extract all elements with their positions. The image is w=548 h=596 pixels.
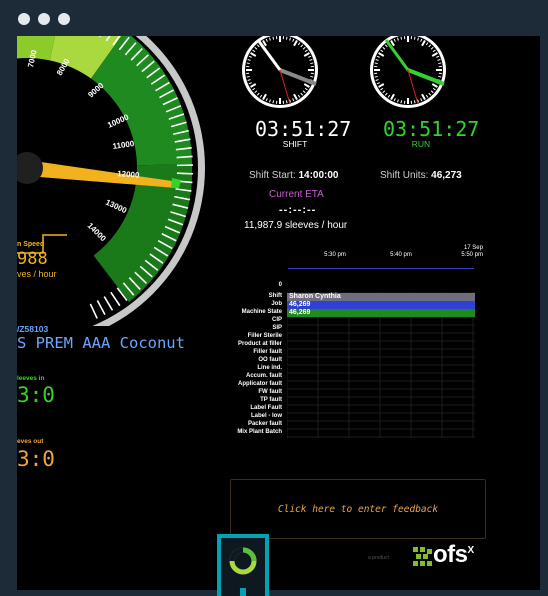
gantt-row-label: FW fault (258, 389, 282, 395)
gantt-time-label: 5:40 pm (390, 252, 412, 258)
bottom-bar (17, 590, 540, 596)
speed-value: 988 (17, 249, 48, 269)
powered-by-text: a product (368, 555, 389, 561)
clock-tick (246, 75, 250, 78)
gantt-zero-label: 0 (278, 282, 282, 288)
app-launcher-callout[interactable] (217, 534, 269, 596)
clock-tick (413, 36, 416, 40)
shift-units-label: Shift Units: (380, 170, 429, 181)
sleeves-in-label: leeves in (17, 375, 45, 382)
gantt-row-label: Filler Sterile (247, 333, 282, 339)
shift-start-label: Shift Start: (249, 170, 296, 181)
shift-label: SHIFT (282, 139, 308, 149)
gantt-row-label: Machine State (241, 309, 282, 315)
run-clock (370, 36, 446, 108)
gantt-row-label: Accum. fault (245, 373, 282, 379)
sleeves-in-value: 3:0 (17, 383, 55, 407)
clock-tick (400, 36, 403, 40)
clock-tick (400, 100, 403, 104)
sleeves-out-label: eves out (17, 438, 44, 445)
gantt-row-label: Label - low (250, 413, 282, 419)
clock-tick (374, 62, 378, 65)
gantt-axis (288, 268, 474, 269)
callout-pointer (240, 588, 246, 596)
speed-unit: ves / hour (17, 269, 57, 279)
gantt-row-label: Packer fault (247, 421, 282, 427)
frame-right (540, 36, 548, 596)
clock-tick (374, 75, 378, 78)
shift-start: Shift Start: 14:00:00 (249, 170, 339, 181)
product-code: /Z58103 (17, 324, 49, 334)
feedback-placeholder: Click here to enter feedback (277, 504, 439, 515)
shift-units-value: 46,273 (431, 170, 462, 181)
feedback-input[interactable]: Click here to enter feedback (230, 479, 486, 539)
logo-word: ofs (433, 541, 468, 568)
clock-tick (310, 75, 314, 78)
gantt-row-labels: Shift Job Machine State CIP SIP Filler S… (137, 293, 282, 463)
speed-label: n Speed (17, 241, 45, 248)
gantt-row-label: CIP (271, 317, 282, 323)
ofs-logo-text: ofsX (433, 541, 474, 569)
gantt-row-label: Label Fault (250, 405, 282, 411)
shift-time: 03:51:27 (255, 117, 352, 141)
eta-value: --:--:-- (279, 204, 317, 216)
clock-tick (438, 75, 442, 78)
gauge-tick (176, 155, 193, 159)
clock-tick (272, 100, 275, 104)
clock-tick (272, 36, 275, 40)
gantt-time-label: 17 Sep 5:50 pm (461, 245, 483, 258)
gantt-row-label: Job (271, 301, 282, 307)
gantt-row-label: OO fault (258, 357, 282, 363)
window-minimize-dot[interactable] (38, 13, 50, 25)
gantt-row-label: Line ind. (257, 365, 282, 371)
dashboard-screen: 7000 8000 9000 10000 11000 12000 13000 1… (17, 36, 540, 596)
app-logo-icon (229, 547, 257, 575)
gantt-shift-bar: Sharon Cynthia (287, 293, 475, 301)
gantt-row-label: SIP (272, 325, 282, 331)
clock-tick (246, 62, 250, 65)
window-close-dot[interactable] (18, 13, 30, 25)
gantt-job-bar: 46,269 (287, 301, 475, 309)
clock-tick (438, 62, 442, 65)
ofs-logo-mark (411, 545, 435, 569)
clock-tick (413, 100, 416, 104)
gantt-row-label: Applicator fault (237, 381, 282, 387)
window-titlebar (0, 0, 548, 36)
shift-clock (242, 36, 318, 108)
frame-left (0, 36, 17, 596)
clock-tick (285, 36, 288, 40)
gantt-row-label: Shift (268, 293, 282, 299)
gantt-row-label: Filler fault (253, 349, 282, 355)
rate-value: 11,987.9 sleeves / hour (244, 220, 348, 231)
window-maximize-dot[interactable] (58, 13, 70, 25)
clock-tick (285, 100, 288, 104)
gantt-row-label: Mix Plant Batch (237, 429, 282, 435)
run-time: 03:51:27 (383, 117, 480, 141)
gauge-tick (176, 172, 193, 175)
shift-units: Shift Units: 46,273 (380, 170, 462, 181)
gantt-row-label: Product at filler (237, 341, 282, 347)
run-label: RUN (411, 139, 431, 149)
gantt-zero-row: 0 (137, 282, 282, 288)
gantt-time-label: 5:30 pm (324, 252, 346, 258)
clock-tick (310, 62, 314, 65)
shift-start-value: 14:00:00 (298, 170, 339, 181)
logo-superscript: X (467, 545, 475, 556)
sleeves-out-value: 3:0 (17, 447, 55, 471)
eta-label: Current ETA (269, 189, 324, 200)
gantt-machine-state-bar: 46,269 (287, 309, 475, 317)
gantt-row-label: TP fault (260, 397, 282, 403)
